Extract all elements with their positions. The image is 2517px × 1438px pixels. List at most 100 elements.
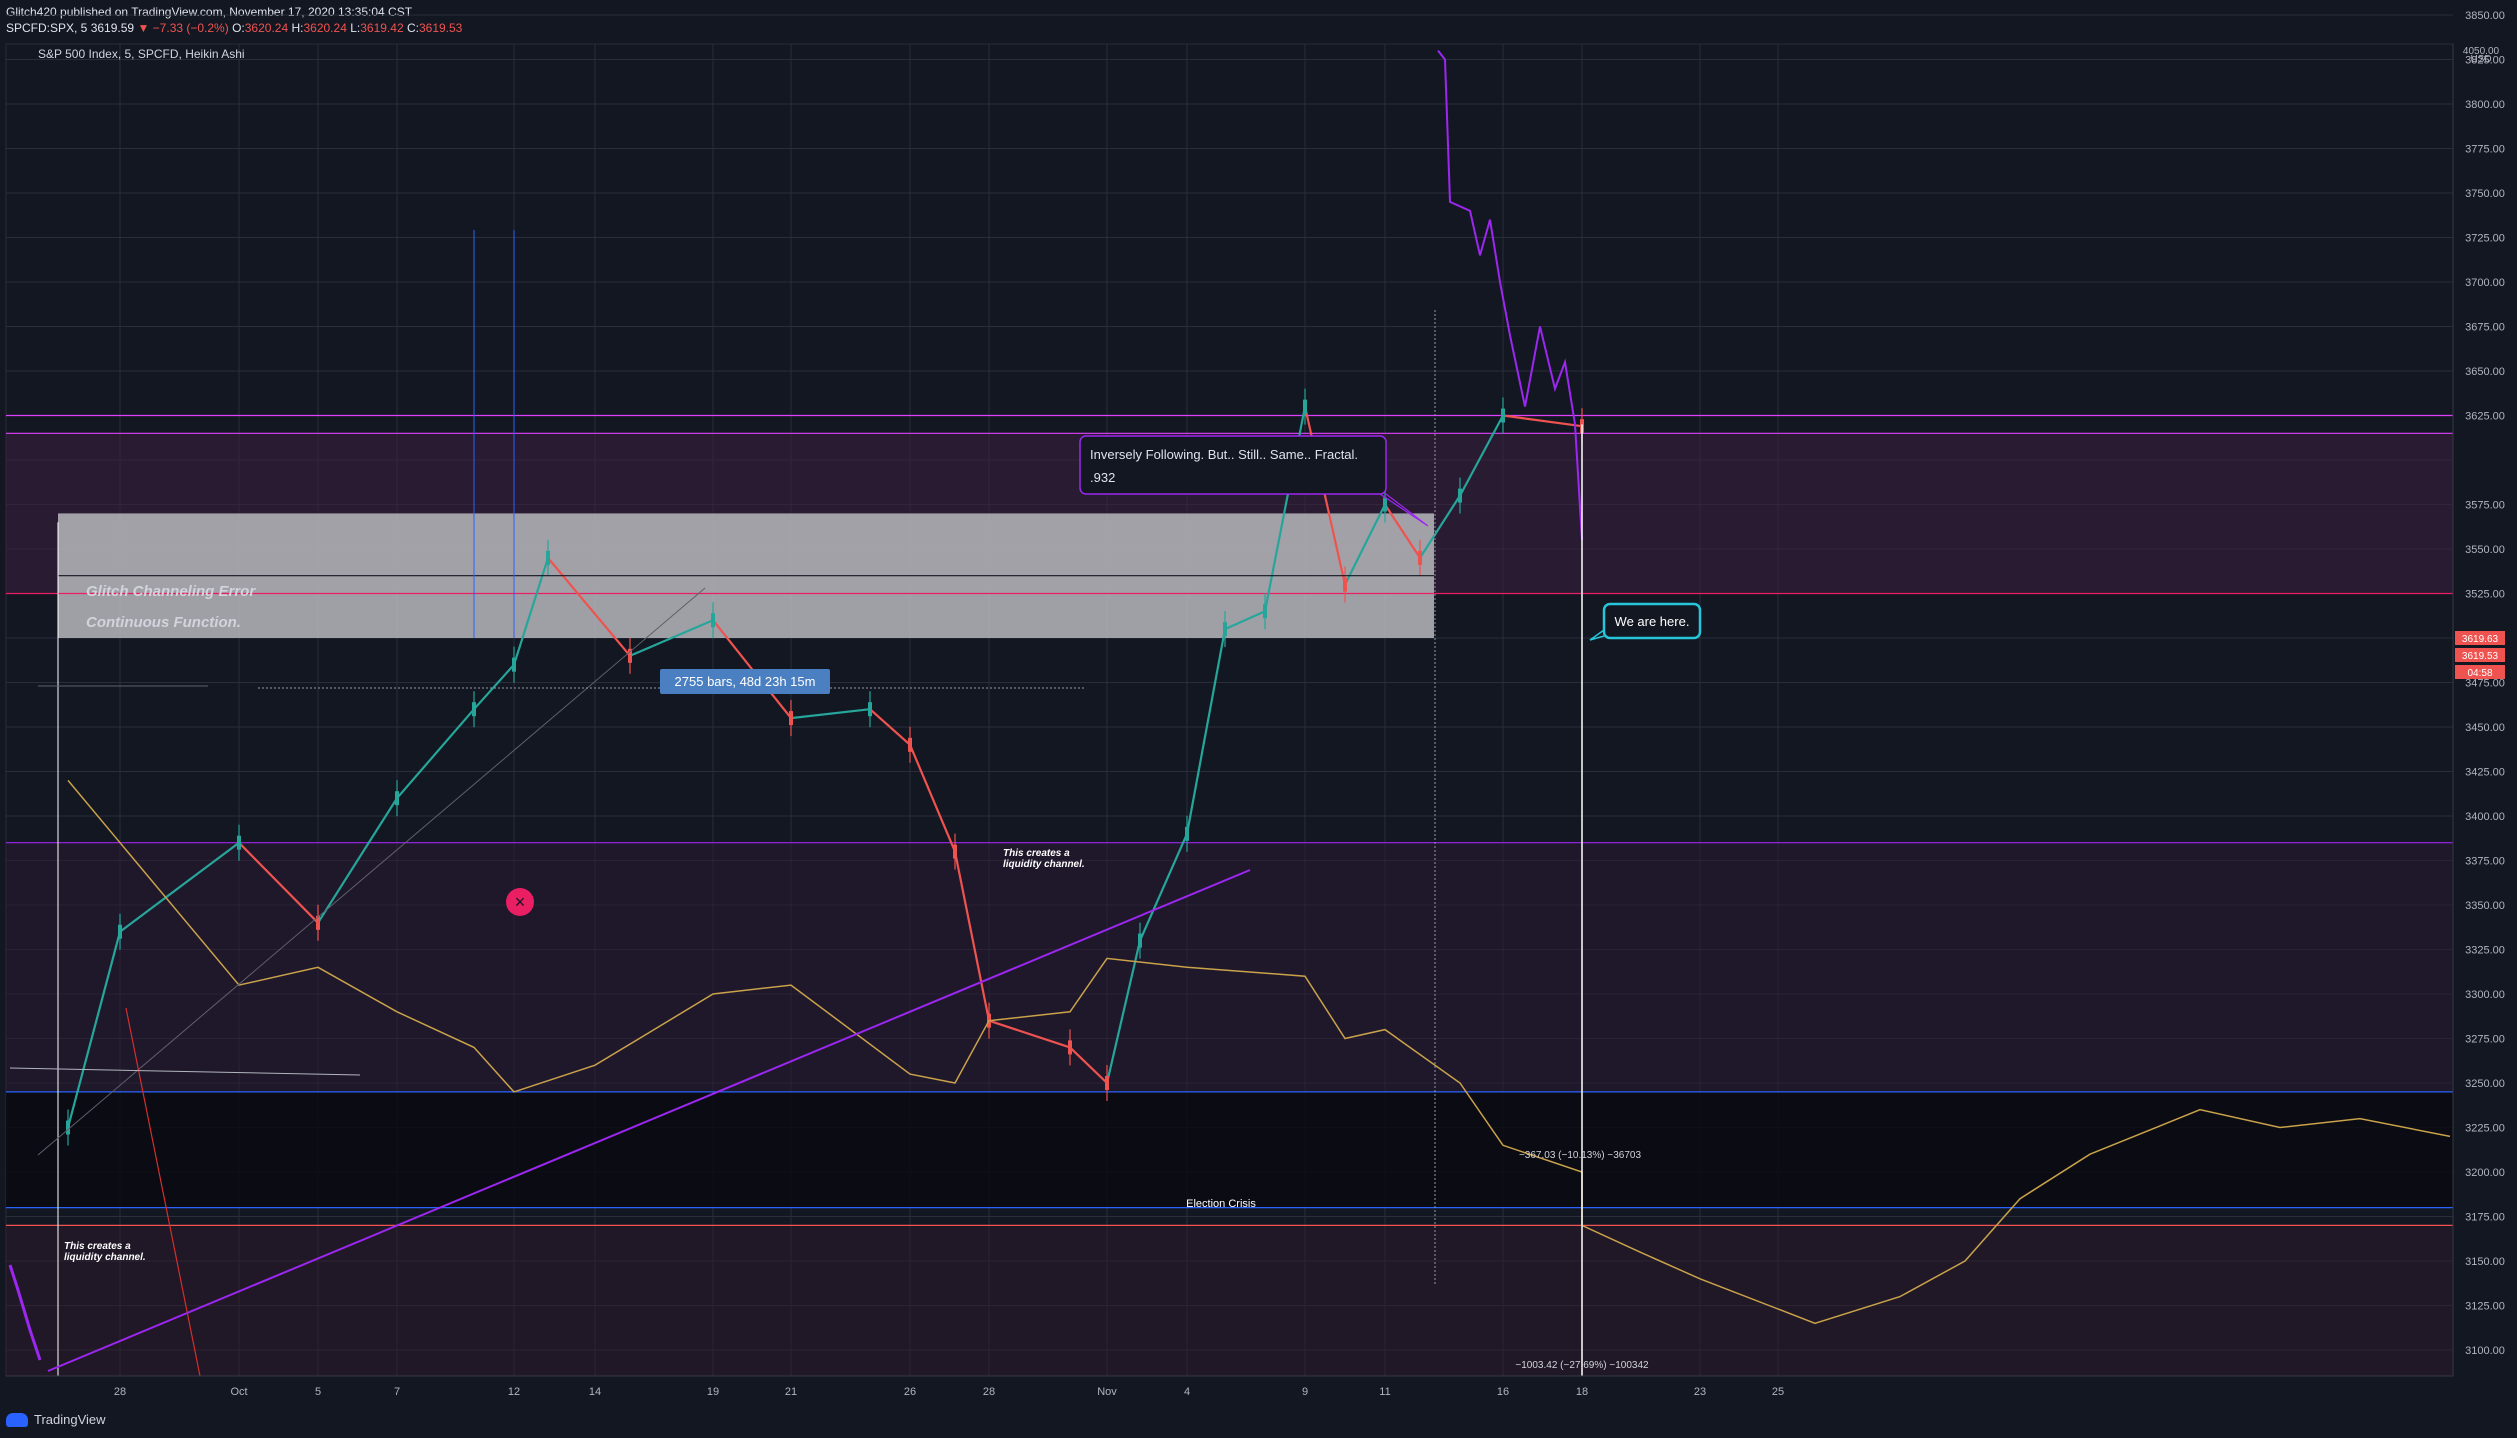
candle-body — [1068, 1040, 1072, 1055]
price-tags: 3619.63 3619.53 04:58 — [2455, 631, 2505, 679]
tradingview-brand: TradingView — [34, 1412, 106, 1427]
candle-body — [1303, 399, 1307, 414]
liquidity-mid-1: This creates a — [1003, 848, 1070, 859]
y-tick-label: 3450.00 — [2465, 722, 2505, 734]
candle-body — [66, 1120, 70, 1135]
y-tick-label: 3175.00 — [2465, 1212, 2505, 1224]
chart-canvas[interactable]: × S&P 500 Index, 5, SPCFD, Heikin Ashi G… — [0, 0, 2517, 1408]
callout-line-1: Inversely Following. But.. Still.. Same.… — [1090, 447, 1358, 462]
measure-label-1: −367.03 (−10.13%) −36703 — [1519, 1150, 1641, 1161]
legend-label: S&P 500 Index, 5, SPCFD, Heikin Ashi — [38, 47, 245, 61]
zones — [6, 414, 2453, 1376]
price-tag-label: 04:58 — [2467, 668, 2492, 679]
y-tick-label: 3625.00 — [2465, 411, 2505, 423]
x-tick-label: 14 — [589, 1386, 601, 1398]
y-tick-label: 3725.00 — [2465, 233, 2505, 245]
candle-body — [1223, 622, 1227, 637]
footer-bar — [0, 1408, 2517, 1438]
candle-body — [908, 737, 912, 752]
x-tick-label: Nov — [1097, 1386, 1117, 1398]
candle-body — [1383, 497, 1387, 512]
x-tick-label: 7 — [394, 1386, 400, 1398]
candle-body — [953, 844, 957, 859]
x-tick-label: 21 — [785, 1386, 797, 1398]
y-tick-label: 3850.00 — [2465, 10, 2505, 22]
y-tick-label: 3775.00 — [2465, 144, 2505, 156]
price-tag-label: 3619.53 — [2462, 651, 2499, 662]
bars-range-label: 2755 bars, 48d 23h 15m — [675, 674, 816, 689]
annotation-title-2: Continuous Function. — [86, 614, 241, 631]
y-tick-label: 3225.00 — [2465, 1123, 2505, 1135]
y-tick-label: 3825.00 — [2465, 55, 2505, 67]
close-icon-glyph: × — [515, 892, 526, 912]
x-tick-label: 12 — [508, 1386, 520, 1398]
fractal-callout — [1079, 435, 1387, 495]
annotation-title-1: Glitch Channeling Error — [86, 583, 256, 600]
candle-body — [711, 613, 715, 628]
x-tick-label: 26 — [904, 1386, 916, 1398]
x-tick-label: 16 — [1497, 1386, 1509, 1398]
liquidity-left-2: liquidity channel. — [64, 1252, 146, 1263]
x-tick-label: 19 — [707, 1386, 719, 1398]
candle-body — [472, 702, 476, 717]
election-label: Election Crisis — [1186, 1198, 1256, 1210]
y-tick-label: 3250.00 — [2465, 1078, 2505, 1090]
candle-body — [1501, 408, 1505, 423]
y-tick-label: 3675.00 — [2465, 322, 2505, 334]
y-tick-label: 3750.00 — [2465, 188, 2505, 200]
liquidity-mid-2: liquidity channel. — [1003, 859, 1085, 870]
x-tick-label: 11 — [1379, 1386, 1390, 1398]
candle-body — [395, 791, 399, 806]
purple-zone — [6, 842, 2453, 1092]
candle-body — [1185, 826, 1189, 841]
candle-body — [512, 657, 516, 672]
time-axis[interactable] — [6, 1376, 2453, 1406]
x-tick-label: 18 — [1576, 1386, 1588, 1398]
we-are-here-label: We are here. — [1615, 614, 1690, 629]
y-tick-label: 3150.00 — [2465, 1256, 2505, 1268]
y-tick-label: 3525.00 — [2465, 589, 2505, 601]
y-tick-label: 3100.00 — [2465, 1345, 2505, 1357]
callout-line-2: .932 — [1090, 470, 1115, 485]
y-tick-label: 3650.00 — [2465, 366, 2505, 378]
y-tick-label: 3575.00 — [2465, 500, 2505, 512]
candle-body — [868, 702, 872, 717]
x-tick-label: 28 — [114, 1386, 126, 1398]
candle-body — [1105, 1076, 1109, 1090]
candle-body — [789, 711, 793, 726]
tradingview-logo[interactable]: TradingView — [6, 1412, 106, 1427]
y-tick-label: 3550.00 — [2465, 544, 2505, 556]
x-tick-label: 4 — [1184, 1386, 1190, 1398]
candle-body — [1263, 604, 1267, 619]
candle-body — [1138, 933, 1142, 948]
y-tick-label: 3300.00 — [2465, 989, 2505, 1001]
y-tick-label: 3800.00 — [2465, 99, 2505, 111]
candle-body — [1458, 488, 1462, 503]
x-tick-label: 28 — [983, 1386, 995, 1398]
y-tick-label: 3125.00 — [2465, 1301, 2505, 1313]
lower-zone — [6, 1225, 2453, 1376]
y-tick-label: 3425.00 — [2465, 767, 2505, 779]
candle-body — [1418, 550, 1422, 565]
candle-body — [237, 835, 241, 850]
dark-zone — [6, 1091, 2453, 1208]
y-tick-label: 3350.00 — [2465, 900, 2505, 912]
y-tick-label: 3700.00 — [2465, 277, 2505, 289]
candle-body — [546, 550, 550, 565]
y-tick-label: 3275.00 — [2465, 1034, 2505, 1046]
candle-body — [1343, 577, 1347, 592]
price-tag-label: 3619.63 — [2462, 634, 2499, 645]
y-tick-label: 3475.00 — [2465, 678, 2505, 690]
x-tick-label: 5 — [315, 1386, 321, 1398]
tradingview-cloud-icon — [6, 1412, 28, 1427]
y-tick-label: 3325.00 — [2465, 945, 2505, 957]
x-tick-label: 25 — [1772, 1386, 1784, 1398]
liquidity-left-1: This creates a — [64, 1241, 131, 1252]
measure-label-2: −1003.42 (−27.69%) −100342 — [1515, 1360, 1649, 1371]
x-tick-label: 23 — [1694, 1386, 1706, 1398]
y-tick-label: 3375.00 — [2465, 856, 2505, 868]
x-tick-label: 9 — [1302, 1386, 1308, 1398]
y-tick-label: 3200.00 — [2465, 1167, 2505, 1179]
candle-body — [118, 924, 122, 939]
x-tick-label: Oct — [230, 1386, 247, 1398]
